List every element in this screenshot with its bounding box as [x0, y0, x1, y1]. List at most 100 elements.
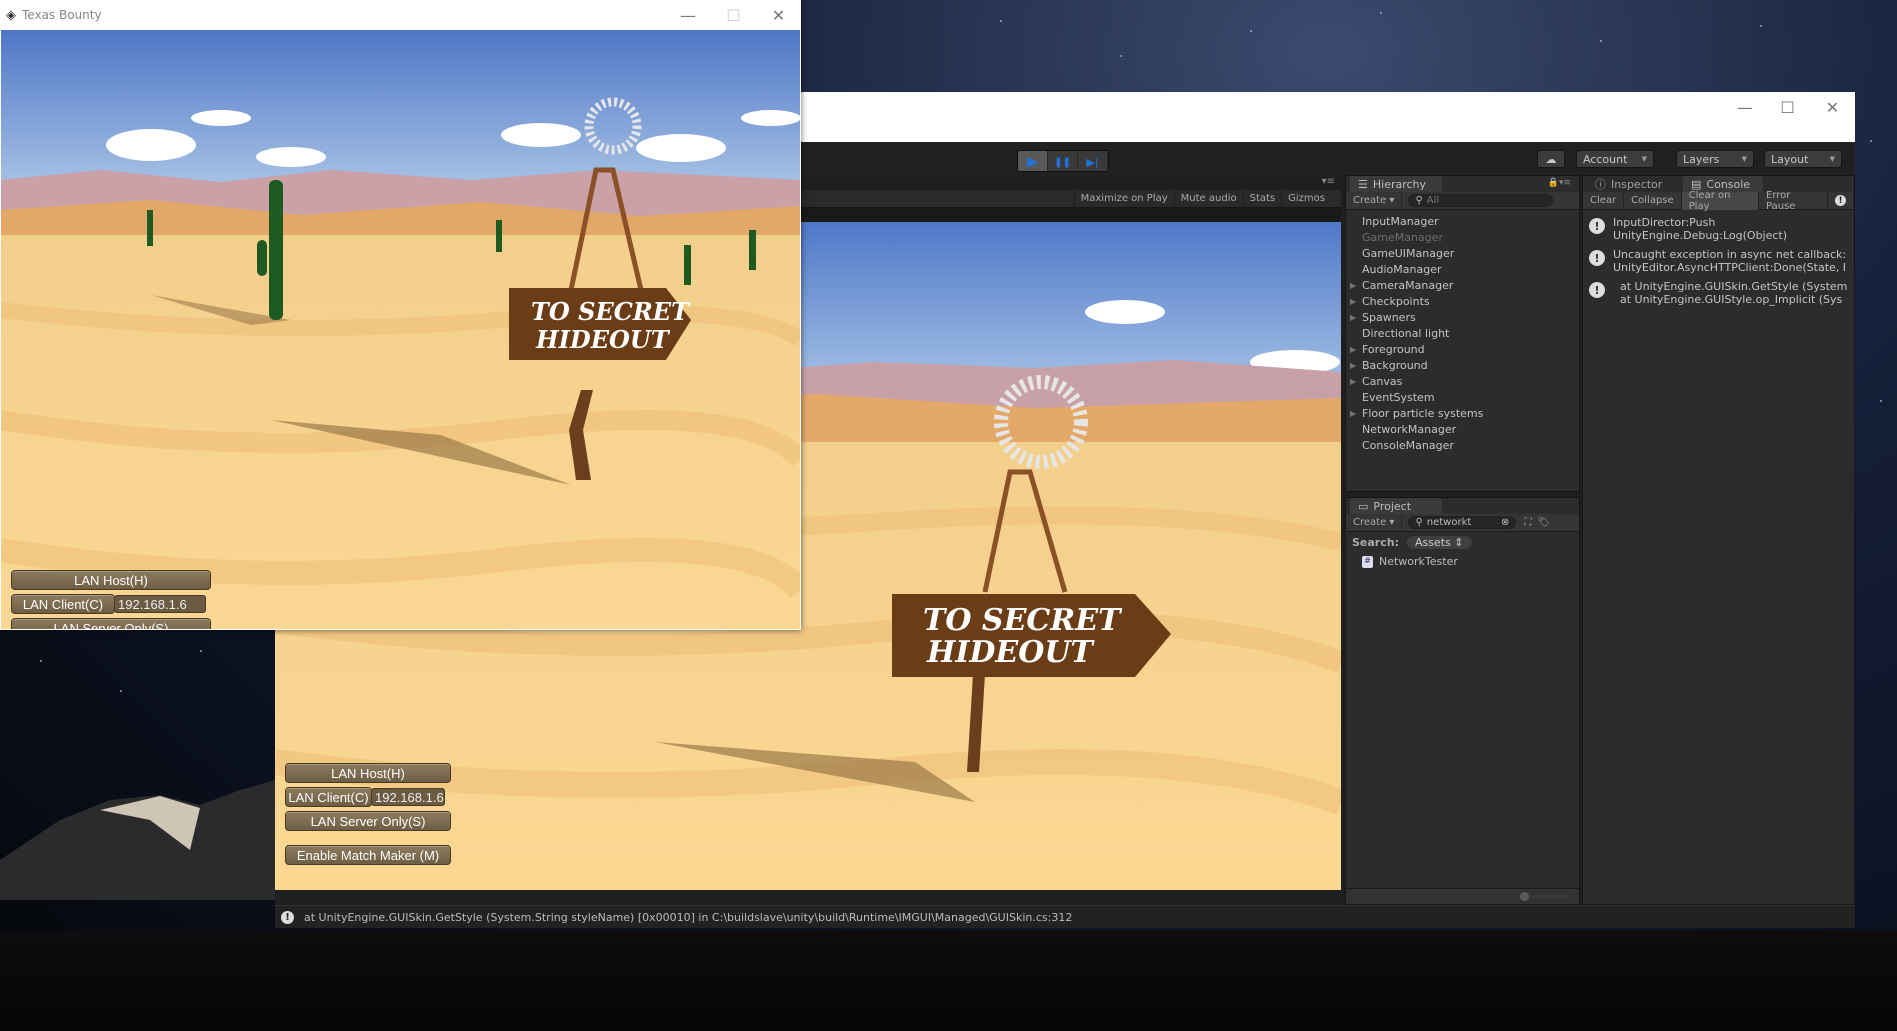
search-scope-label: Search: — [1352, 536, 1399, 549]
game-scene: TO SECRET HIDEOUT — [1, 30, 800, 629]
lan-host-button[interactable]: LAN Host(H) — [285, 763, 451, 783]
hierarchy-item[interactable]: InputManager — [1346, 214, 1579, 230]
console-error-pause-button[interactable]: Error Pause — [1759, 190, 1828, 212]
ip-address-input[interactable]: 192.168.1.6 — [371, 788, 445, 806]
match-maker-button[interactable]: Enable Match Maker (M) — [285, 845, 451, 865]
stats-toggle[interactable]: Stats — [1242, 190, 1282, 208]
warning-filter-button[interactable]: ! — [1828, 191, 1854, 210]
hierarchy-create-button[interactable]: Create ▾ — [1346, 191, 1403, 210]
lan-client-button[interactable]: LAN Client(C) — [285, 787, 372, 807]
hierarchy-item[interactable]: ▶ Canvas — [1346, 374, 1579, 390]
hierarchy-item[interactable]: AudioManager — [1346, 262, 1579, 278]
hierarchy-item[interactable]: ▶ Spawners — [1346, 310, 1579, 326]
lan-server-button[interactable]: LAN Server Only(S) — [11, 618, 211, 629]
icon-size-slider[interactable] — [1524, 895, 1569, 898]
entry-line-2: UnityEngine.Debug:Log(Object) — [1613, 229, 1788, 242]
lan-server-button[interactable]: LAN Server Only(S) — [285, 811, 451, 831]
slider-handle[interactable] — [1520, 892, 1529, 901]
entry-line-1: Uncaught exception in async net callback… — [1613, 248, 1847, 261]
maximize-on-play-toggle[interactable]: Maximize on Play — [1073, 190, 1174, 208]
hierarchy-item-label: GameUIManager — [1362, 247, 1455, 260]
window-title-bar: ◈ Texas Bounty — ☐ ✕ — [0, 0, 801, 30]
warning-icon: ! — [1589, 250, 1605, 266]
expand-arrow-icon[interactable]: ▶ — [1350, 278, 1356, 294]
expand-arrow-icon[interactable]: ▶ — [1350, 310, 1356, 326]
hierarchy-search-input[interactable]: ⚲ All — [1408, 194, 1554, 207]
ip-address-input[interactable]: 192.168.1.6 — [114, 595, 206, 613]
console-entry[interactable]: ! at UnityEngine.GUISkin.GetStyle (Syste… — [1583, 276, 1854, 308]
lock-icon[interactable]: 🔒▾≡ — [1548, 178, 1571, 188]
hierarchy-item-label: Directional light — [1362, 327, 1450, 340]
project-panel: ▭ Project Create ▾ ⚲ networkt ⊗ ⛶ 🏷 Search:… — [1345, 497, 1580, 905]
console-collapse-button[interactable]: Collapse — [1624, 191, 1682, 210]
cactus — [684, 245, 691, 285]
hierarchy-item-label: Canvas — [1362, 375, 1403, 388]
maximize-button[interactable]: ☐ — [1765, 92, 1810, 122]
label-tag-icon[interactable]: 🏷 — [1537, 517, 1550, 528]
close-button[interactable]: ✕ — [1810, 92, 1855, 122]
panel-menu-icon[interactable]: ▾≡ — [1322, 176, 1335, 187]
console-list: ! InputDirector:Push UnityEngine.Debug:Log… — [1583, 212, 1854, 308]
hierarchy-item[interactable]: GameUIManager — [1346, 246, 1579, 262]
lan-host-button[interactable]: LAN Host(H) — [11, 570, 211, 590]
status-bar[interactable]: ! at UnityEngine.GUISkin.GetStyle (Syste… — [275, 905, 1855, 928]
cloud-icon: ☁ — [1545, 152, 1557, 166]
hierarchy-item-label: InputManager — [1362, 215, 1439, 228]
game-view[interactable]: TO SECRET HIDEOUT LAN Host(H) LAN Client… — [1, 30, 800, 629]
hierarchy-item[interactable]: ▶ Checkpoints — [1346, 294, 1579, 310]
hierarchy-item[interactable]: NetworkManager — [1346, 422, 1579, 438]
pause-button[interactable]: ❚❚ — [1048, 151, 1078, 171]
sign-line-1: TO SECRET — [531, 297, 691, 326]
expand-arrow-icon[interactable]: ▶ — [1350, 342, 1356, 358]
hierarchy-item[interactable]: ▶ Background — [1346, 358, 1579, 374]
expand-arrow-icon[interactable]: ▶ — [1350, 374, 1356, 390]
hierarchy-item[interactable]: GameManager — [1346, 230, 1579, 246]
hierarchy-item[interactable]: ▶ Floor particle systems — [1346, 406, 1579, 422]
search-scope-dropdown[interactable]: Assets ⇕ — [1406, 536, 1472, 549]
hierarchy-item[interactable]: ▶ CameraManager — [1346, 278, 1579, 294]
tab-hierarchy[interactable]: ☰ Hierarchy — [1350, 176, 1442, 192]
layers-dropdown[interactable]: Layers ▼ — [1676, 150, 1754, 168]
project-result-item[interactable]: # NetworkTester — [1362, 555, 1458, 568]
project-search-input[interactable]: ⚲ networkt ⊗ — [1408, 516, 1517, 529]
step-button[interactable]: ▶| — [1078, 151, 1108, 171]
filter-type-icon[interactable]: ⛶ — [1524, 517, 1531, 528]
close-button[interactable]: ✕ — [756, 0, 801, 30]
console-entry[interactable]: ! InputDirector:Push UnityEngine.Debug:Log… — [1583, 212, 1854, 244]
folder-icon: ▭ — [1358, 499, 1369, 513]
hierarchy-item[interactable]: Directional light — [1346, 326, 1579, 342]
hierarchy-item[interactable]: ▶ Foreground — [1346, 342, 1579, 358]
project-create-button[interactable]: Create ▾ — [1346, 513, 1403, 532]
expand-arrow-icon[interactable]: ▶ — [1350, 294, 1356, 310]
hierarchy-item[interactable]: EventSystem — [1346, 390, 1579, 406]
lan-client-button[interactable]: LAN Client(C) — [11, 594, 115, 614]
warning-icon: ! — [1835, 195, 1846, 206]
minimize-button[interactable]: — — [665, 0, 711, 30]
clear-search-icon[interactable]: ⊗ — [1501, 517, 1509, 528]
status-message: at UnityEngine.GUISkin.GetStyle (System.… — [304, 910, 1073, 924]
tab-inspector[interactable]: ⓘ Inspector — [1587, 176, 1669, 192]
playback-controls: ▶ ❚❚ ▶| — [1017, 150, 1109, 172]
gizmos-dropdown[interactable]: Gizmos — [1281, 190, 1331, 208]
csharp-script-icon: # — [1362, 555, 1373, 568]
minimize-button[interactable]: — — [1725, 92, 1765, 122]
mute-audio-toggle[interactable]: Mute audio — [1173, 190, 1243, 208]
expand-arrow-icon[interactable]: ▶ — [1350, 406, 1356, 422]
cloud-button[interactable]: ☁ — [1537, 150, 1565, 168]
account-label: Account — [1583, 152, 1628, 166]
hierarchy-item[interactable]: ConsoleManager — [1346, 438, 1579, 454]
search-icon: ⚲ — [1415, 517, 1423, 528]
cactus — [147, 210, 153, 246]
layout-dropdown[interactable]: Layout ▼ — [1764, 150, 1842, 168]
hierarchy-item-label: GameManager — [1362, 231, 1443, 244]
project-tab-label: Project — [1373, 499, 1412, 513]
step-icon: ▶| — [1086, 155, 1099, 169]
maximize-button[interactable]: ☐ — [711, 0, 756, 30]
play-button[interactable]: ▶ — [1018, 151, 1048, 171]
console-entry[interactable]: ! Uncaught exception in async net callbac… — [1583, 244, 1854, 276]
console-clear-button[interactable]: Clear — [1583, 191, 1625, 210]
account-dropdown[interactable]: Account ▼ — [1576, 150, 1654, 168]
tab-project[interactable]: ▭ Project — [1350, 498, 1442, 514]
console-clear-on-play-button[interactable]: Clear on Play — [1681, 190, 1760, 212]
expand-arrow-icon[interactable]: ▶ — [1350, 358, 1356, 374]
